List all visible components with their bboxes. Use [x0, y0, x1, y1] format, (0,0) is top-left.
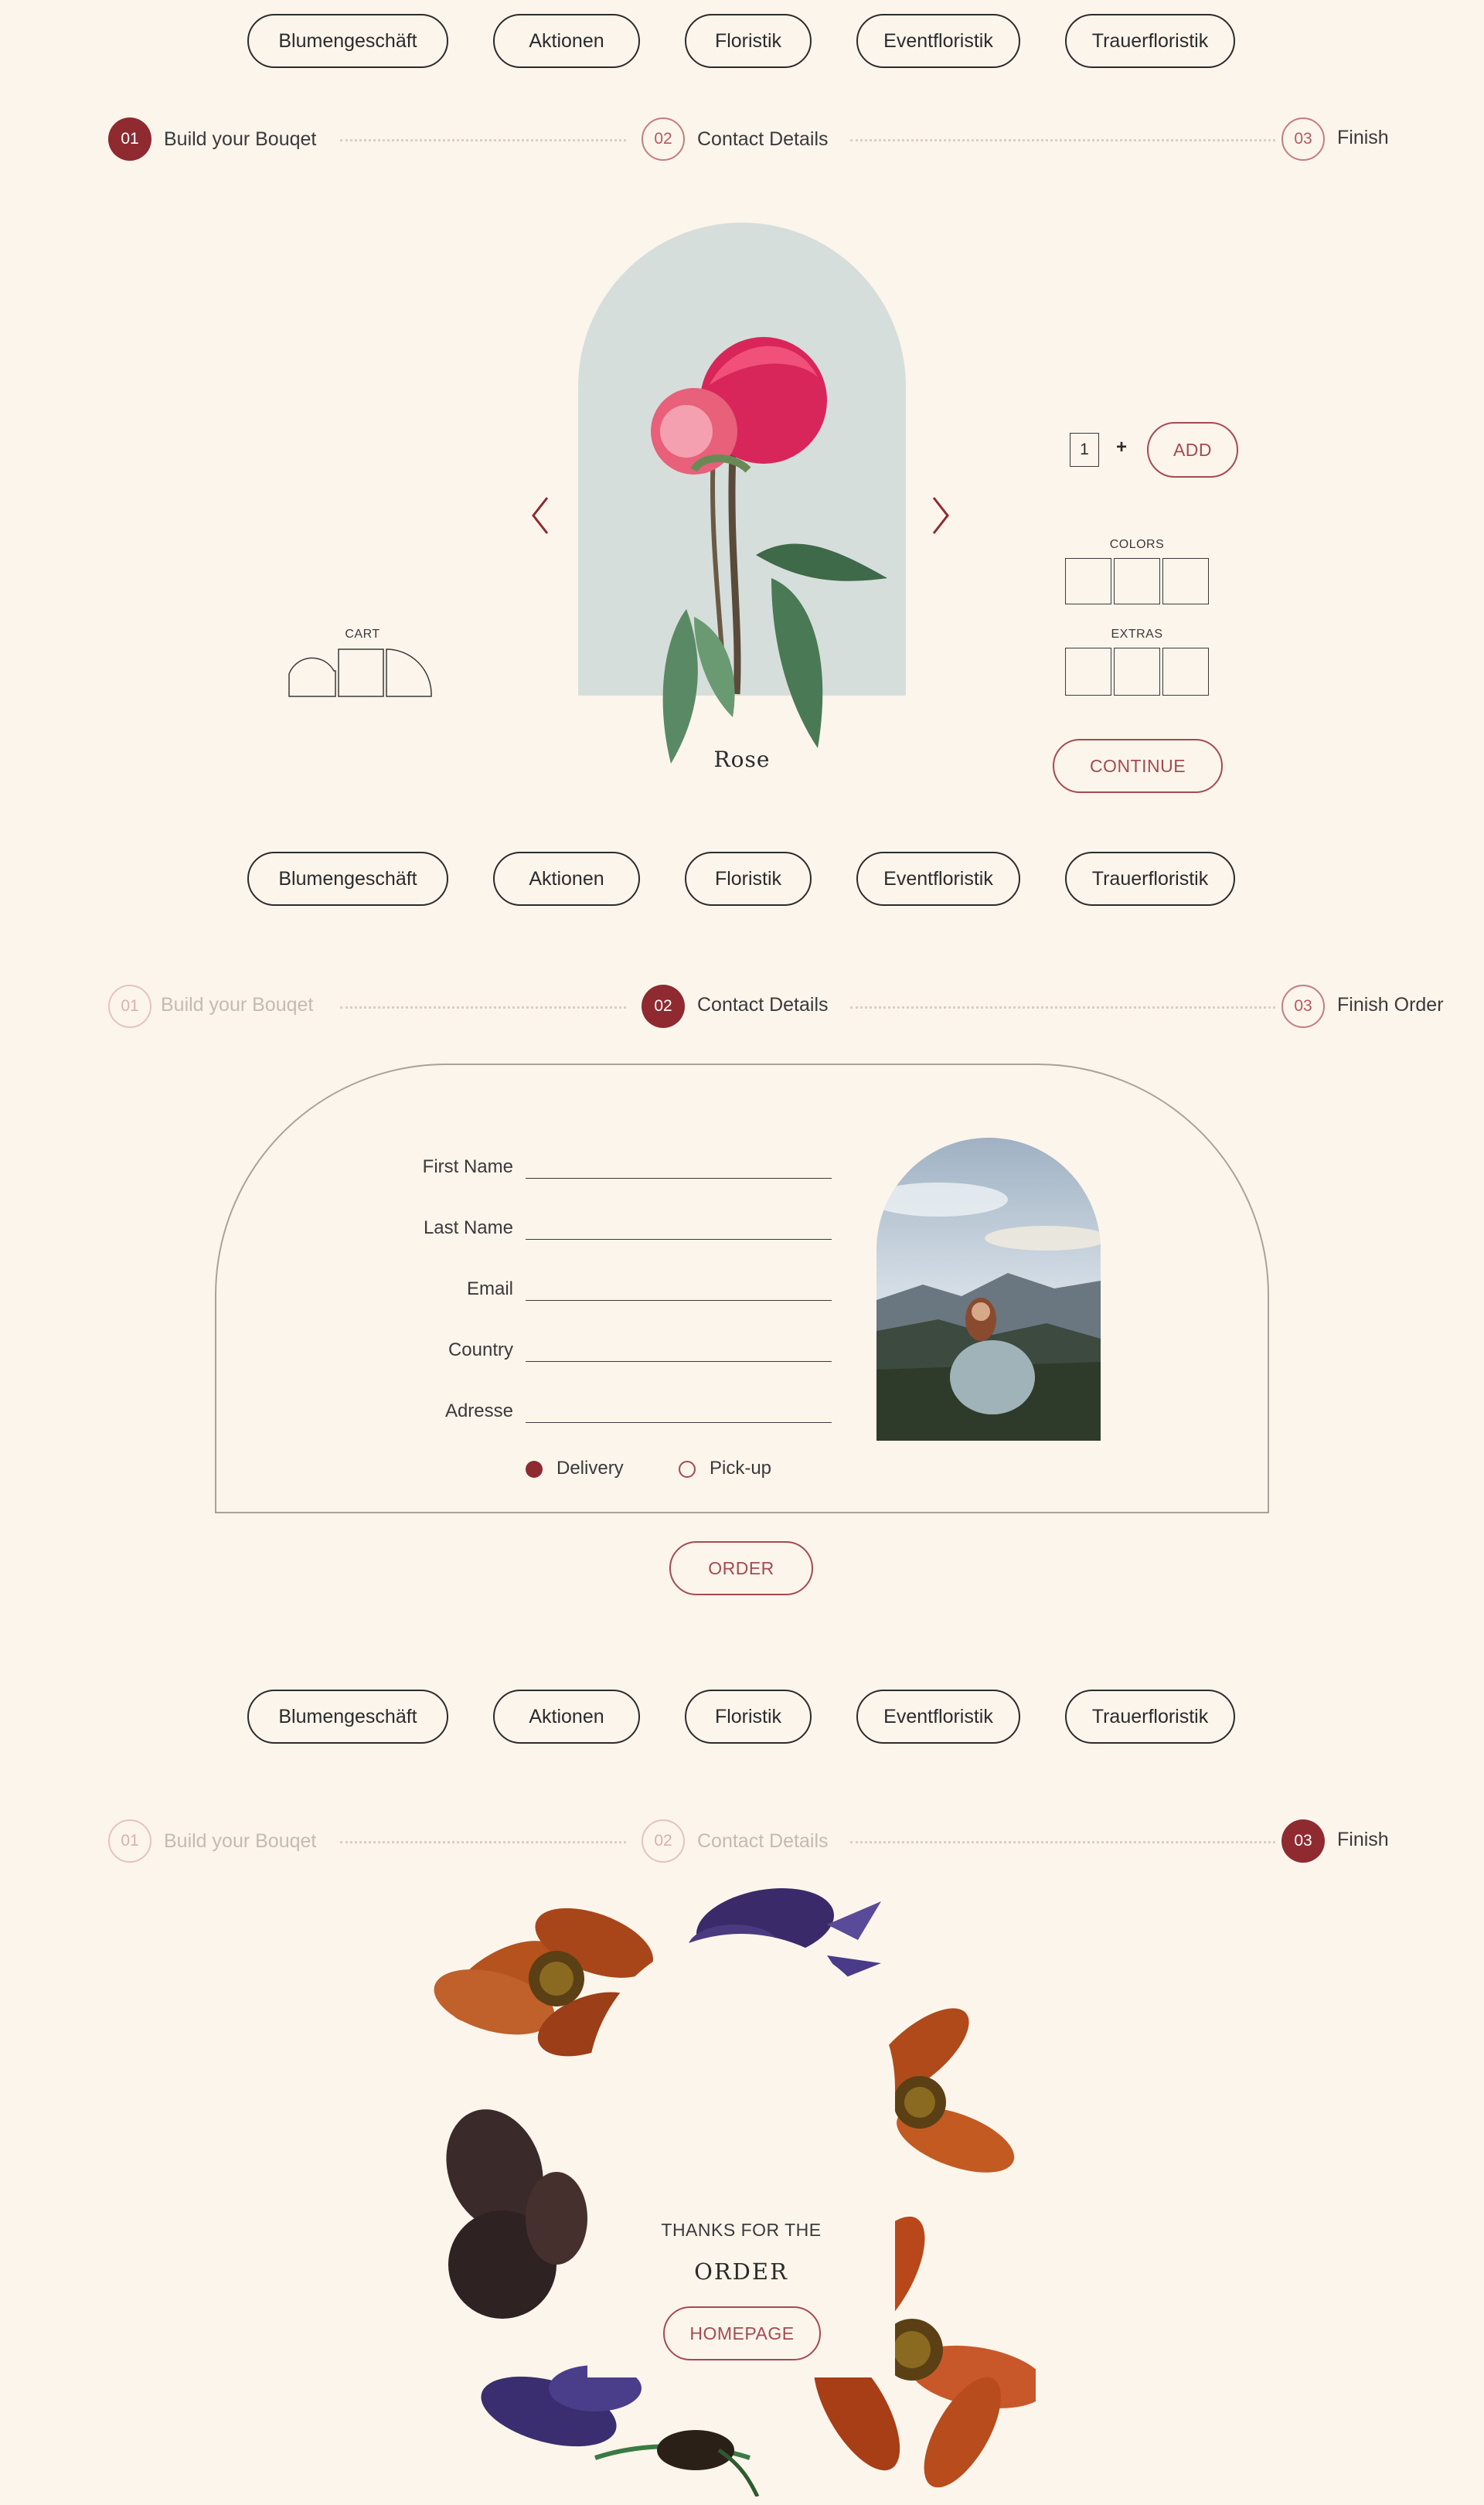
nav-floristik[interactable]: Floristik — [685, 1690, 812, 1744]
top-nav-2: Blumengeschäft Aktionen Floristik Eventf… — [0, 852, 1484, 909]
country-label: Country — [448, 1339, 513, 1360]
nav-aktionen[interactable]: Aktionen — [493, 14, 640, 68]
nav-blumengeschaeft[interactable]: Blumengeschäft — [247, 14, 448, 68]
top-nav-1: Blumengeschäft Aktionen Floristik Eventf… — [0, 14, 1484, 71]
extras-label: EXTRAS — [1111, 628, 1163, 641]
nav-floristik[interactable]: Floristik — [685, 852, 812, 906]
step-divider — [340, 1841, 626, 1843]
top-nav-3: Blumengeschäft Aktionen Floristik Eventf… — [0, 1690, 1484, 1747]
step-3-label: Finish — [1337, 1829, 1389, 1850]
next-arrow-icon[interactable] — [931, 495, 951, 536]
step-divider — [850, 1006, 1275, 1009]
pickup-radio[interactable] — [679, 1461, 696, 1478]
quantity-input[interactable]: 1 — [1070, 433, 1099, 467]
order-button[interactable]: ORDER — [669, 1541, 813, 1595]
stepper-1: 01 Build your Bouqet 02 Contact Details … — [0, 117, 1484, 164]
nav-aktionen[interactable]: Aktionen — [493, 1690, 640, 1744]
step-divider — [340, 1006, 626, 1009]
color-slot[interactable] — [1114, 558, 1160, 604]
step-3-circle[interactable]: 03 — [1281, 117, 1325, 161]
email-input[interactable] — [526, 1300, 832, 1301]
last-name-input[interactable] — [526, 1239, 832, 1240]
thanks-text: THANKS FOR THE — [661, 2220, 822, 2240]
step-3-label: Finish Order — [1337, 994, 1444, 1016]
stepper-2: 01 Build your Bouqet 02 Contact Details … — [0, 985, 1484, 1031]
email-label: Email — [466, 1278, 513, 1299]
nav-aktionen[interactable]: Aktionen — [493, 852, 640, 906]
nav-trauerfloristik[interactable]: Trauerfloristik — [1065, 852, 1235, 906]
step-2-circle[interactable]: 02 — [642, 1819, 685, 1863]
nav-trauerfloristik[interactable]: Trauerfloristik — [1065, 1690, 1235, 1744]
nav-eventfloristik[interactable]: Eventfloristik — [856, 1690, 1020, 1744]
nav-blumengeschaeft[interactable]: Blumengeschäft — [247, 1690, 448, 1744]
order-heading: ORDER — [694, 2258, 788, 2285]
nav-floristik[interactable]: Floristik — [685, 14, 812, 68]
extra-slot[interactable] — [1114, 648, 1160, 696]
color-slot[interactable] — [1162, 558, 1209, 604]
color-slot[interactable] — [1065, 558, 1111, 604]
nav-eventfloristik[interactable]: Eventfloristik — [856, 852, 1020, 906]
cart-slots[interactable] — [288, 648, 434, 697]
step-2-circle[interactable]: 02 — [642, 985, 685, 1028]
step-3-label: Finish — [1337, 127, 1389, 148]
step-1-circle[interactable]: 01 — [108, 117, 151, 161]
step-1-circle[interactable]: 01 — [108, 1819, 151, 1863]
extra-slot[interactable] — [1065, 648, 1111, 696]
rose-image — [651, 337, 887, 764]
step-3-circle[interactable]: 03 — [1281, 985, 1325, 1028]
step-2-circle[interactable]: 02 — [642, 117, 685, 161]
extra-slot[interactable] — [1162, 648, 1209, 696]
last-name-label: Last Name — [423, 1217, 513, 1238]
address-label: Adresse — [444, 1401, 513, 1421]
step-2-label: Contact Details — [697, 994, 829, 1016]
step-divider — [850, 139, 1275, 141]
step-2-label: Contact Details — [697, 1830, 829, 1852]
continue-button[interactable]: CONTINUE — [1053, 739, 1223, 793]
plus-icon: + — [1116, 437, 1128, 458]
step-divider — [850, 1841, 1275, 1843]
first-name-input[interactable] — [526, 1178, 832, 1179]
nav-trauerfloristik[interactable]: Trauerfloristik — [1065, 14, 1235, 68]
cart-label: CART — [345, 628, 380, 641]
step-1-label: Build your Bouqet — [161, 994, 314, 1016]
woman-photo — [876, 1138, 1101, 1441]
nav-blumengeschaeft[interactable]: Blumengeschäft — [247, 852, 448, 906]
step-1-label: Build your Bouqet — [164, 128, 317, 150]
nav-eventfloristik[interactable]: Eventfloristik — [856, 14, 1020, 68]
homepage-button[interactable]: HOMEPAGE — [663, 2306, 821, 2360]
address-input[interactable] — [526, 1422, 832, 1423]
pickup-label: Pick-up — [710, 1458, 772, 1479]
stepper-3: 01 Build your Bouqet 02 Contact Details … — [0, 1819, 1484, 1866]
add-button[interactable]: ADD — [1147, 422, 1238, 478]
step-1-circle[interactable]: 01 — [108, 985, 151, 1028]
delivery-label: Delivery — [556, 1458, 624, 1479]
prev-arrow-icon[interactable] — [530, 495, 550, 536]
step-2-label: Contact Details — [697, 128, 829, 150]
product-name: Rose — [713, 747, 771, 772]
first-name-label: First Name — [422, 1156, 513, 1177]
step-3-circle[interactable]: 03 — [1281, 1819, 1325, 1863]
step-divider — [340, 139, 626, 141]
country-input[interactable] — [526, 1361, 832, 1362]
delivery-radio[interactable] — [526, 1461, 543, 1478]
colors-label: COLORS — [1109, 538, 1165, 551]
step-1-label: Build your Bouqet — [164, 1830, 317, 1852]
